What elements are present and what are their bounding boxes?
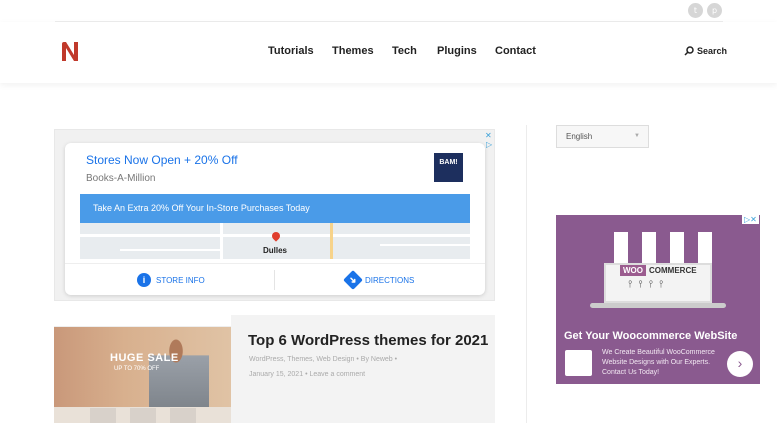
post-author[interactable]: By Neweb xyxy=(361,356,393,363)
language-select[interactable]: English ▼ xyxy=(556,125,649,148)
map-label: Dulles xyxy=(263,246,288,255)
woocommerce-ad-headline[interactable]: Get Your Woocommerce WebSite xyxy=(564,330,737,342)
post-title[interactable]: Top 6 WordPress themes for 2021 xyxy=(248,332,488,349)
directions-button[interactable]: ➜ DIRECTIONS xyxy=(343,270,415,290)
woo-brand-text: COMMERCE xyxy=(649,266,697,275)
directions-label: DIRECTIONS xyxy=(365,275,415,285)
bam-logo-text: BAM! xyxy=(439,159,458,166)
top-bar: t p xyxy=(55,0,723,22)
twitter-icon[interactable]: t xyxy=(688,3,703,18)
thumb-sale-subtext: UP TO 70% OFF xyxy=(114,366,160,372)
thumb-sale-text: HUGE SALE xyxy=(110,352,179,364)
post-date-row: January 15, 2021 • Leave a comment xyxy=(249,371,366,378)
column-divider xyxy=(526,125,527,423)
store-ad-subtitle: Books-A-Million xyxy=(86,173,156,184)
woo-badge: WOO xyxy=(620,265,646,276)
post-comment-link[interactable]: Leave a comment xyxy=(309,371,365,378)
nav-tutorials[interactable]: Tutorials xyxy=(268,45,314,57)
nav-plugins[interactable]: Plugins xyxy=(437,45,477,57)
post-card[interactable]: HUGE SALE UP TO 70% OFF Top 6 WordPress … xyxy=(54,315,495,423)
ad-choices-icon[interactable]: ▷ xyxy=(486,140,492,149)
pinterest-icon[interactable]: p xyxy=(707,3,722,18)
chevron-down-icon: ▼ xyxy=(634,133,640,139)
nav-contact[interactable]: Contact xyxy=(495,45,536,57)
store-ad-card[interactable]: Stores Now Open + 20% Off Books-A-Millio… xyxy=(65,143,485,295)
woocommerce-ad-body: We Create Beautiful WooCommerce Website … xyxy=(602,349,715,376)
search-button[interactable]: Search xyxy=(684,46,727,56)
language-value: English xyxy=(566,132,593,141)
post-date[interactable]: January 15, 2021 xyxy=(249,371,303,378)
store-info-label: STORE INFO xyxy=(156,275,205,285)
shop-awning-illustration xyxy=(600,232,716,264)
post-categories[interactable]: WordPress, Themes, Web Design xyxy=(249,356,354,363)
store-ad[interactable]: ✕ ▷ Stores Now Open + 20% Off Books-A-Mi… xyxy=(54,129,495,301)
store-info-button[interactable]: i STORE INFO xyxy=(137,273,205,287)
store-map[interactable]: Take An Extra 20% Off Your In-Store Purc… xyxy=(80,194,470,259)
chevron-right-icon[interactable]: › xyxy=(727,351,753,377)
bam-logo: BAM! xyxy=(434,153,463,182)
search-icon xyxy=(684,46,694,56)
sliders-icon: ⫯⫯⫯⫯ xyxy=(628,279,670,290)
site-logo[interactable] xyxy=(60,41,80,63)
store-ad-title[interactable]: Stores Now Open + 20% Off xyxy=(86,153,238,167)
actions-divider xyxy=(274,270,275,290)
advertiser-logo xyxy=(565,350,592,376)
info-icon: i xyxy=(137,273,151,287)
nav-themes[interactable]: Themes xyxy=(332,45,374,57)
search-label: Search xyxy=(697,46,728,56)
post-meta: WordPress, Themes, Web Design • By Neweb… xyxy=(249,356,398,363)
map-pin-icon xyxy=(270,230,282,242)
woocommerce-ad[interactable]: ▷✕ WOO COMMERCE ⫯⫯⫯⫯ Get Your Woocommerc… xyxy=(556,215,760,384)
ad-close-icon[interactable]: ✕ xyxy=(485,131,492,140)
site-header: Tutorials Themes Tech Plugins Contact Se… xyxy=(0,22,777,83)
store-ad-actions: i STORE INFO ➜ DIRECTIONS xyxy=(65,263,485,295)
nav-tech[interactable]: Tech xyxy=(392,45,417,57)
directions-icon: ➜ xyxy=(343,270,363,290)
store-ad-banner[interactable]: Take An Extra 20% Off Your In-Store Purc… xyxy=(80,194,470,223)
ad-close-icon[interactable]: ▷✕ xyxy=(742,215,759,224)
post-thumbnail[interactable]: HUGE SALE UP TO 70% OFF xyxy=(54,315,231,423)
